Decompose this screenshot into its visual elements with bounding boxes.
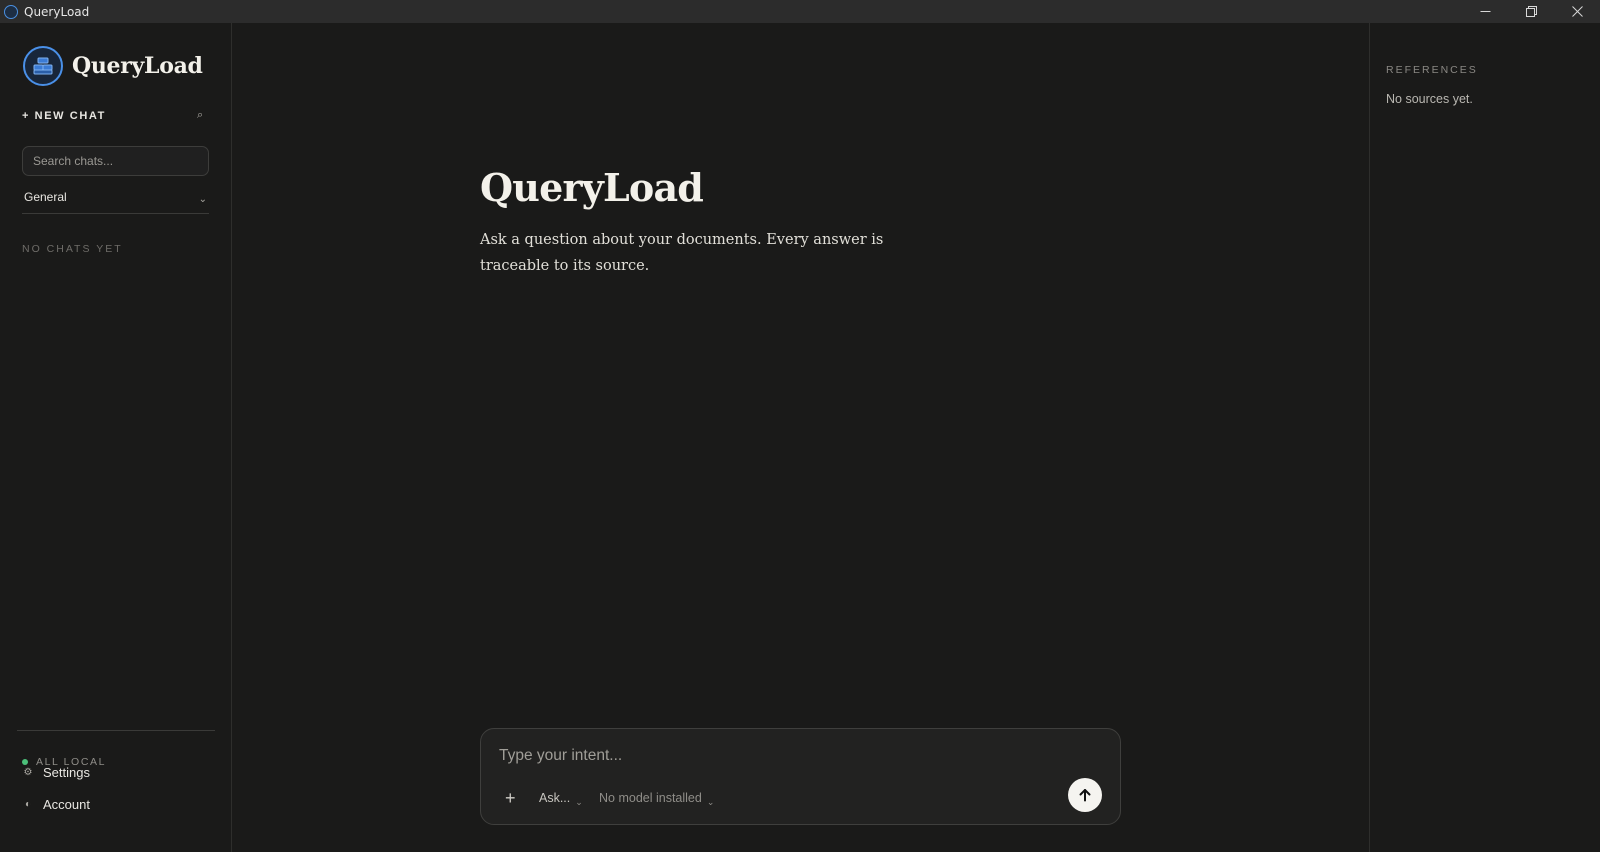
model-select-value: No model installed [599,791,702,805]
window-title: QueryLoad [24,4,90,19]
main-content: QueryLoad Ask a question about your docu… [232,23,1369,852]
chevron-down-icon: ⌄ [706,797,715,807]
close-button[interactable] [1554,0,1600,23]
window-controls [1462,0,1600,23]
new-chat-button[interactable]: + NEW CHAT [22,110,106,122]
project-select[interactable]: General ⌄ [22,190,209,214]
gear-icon: ⚙ [23,767,33,778]
page-subtitle: Ask a question about your documents. Eve… [480,232,884,274]
settings-label: Settings [43,765,90,780]
app-logo-icon [23,46,63,86]
minimize-button[interactable] [1462,0,1508,23]
account-icon: ◐ [24,799,32,810]
maximize-button[interactable] [1508,0,1554,23]
chats-empty-state: NO CHATS YET [22,243,123,255]
brand-name: QueryLoad [72,53,203,79]
references-panel: REFERENCES No sources yet. [1369,23,1600,852]
account-label: Account [43,797,90,812]
page-title: QueryLoad [480,165,704,210]
close-icon [1571,6,1583,17]
arrow-up-icon [1079,789,1091,802]
project-select-value: General [24,190,67,204]
references-empty-state: No sources yet. [1386,92,1473,106]
app-logo-icon [4,4,18,19]
window-titlebar: QueryLoad [0,0,1600,23]
chevron-down-icon: ⌄ [575,797,583,807]
send-button[interactable] [1068,778,1102,812]
references-title: REFERENCES [1386,64,1478,76]
search-icon[interactable]: ⌕ [197,109,203,122]
account-link[interactable]: ◐ Account [22,797,90,812]
plus-icon: + [505,788,516,808]
mode-select[interactable]: Ask... ⌄ [539,791,583,807]
brand[interactable]: QueryLoad [23,46,203,86]
model-select[interactable]: No model installed ⌄ [599,791,715,807]
sidebar-divider [17,730,215,731]
sidebar: QueryLoad + NEW CHAT ⌕ General ⌄ NO CHAT… [0,23,232,852]
attach-button[interactable]: + [505,788,516,809]
chevron-down-icon: ⌄ [198,194,207,205]
composer: + Ask... ⌄ No model installed ⌄ [480,728,1121,825]
search-chats-input[interactable] [22,146,209,176]
intent-input[interactable] [499,747,1059,765]
minimize-icon [1480,11,1490,12]
mode-select-value: Ask... [539,791,571,805]
settings-link[interactable]: ⚙ Settings [22,765,90,780]
maximize-icon [1525,6,1537,17]
